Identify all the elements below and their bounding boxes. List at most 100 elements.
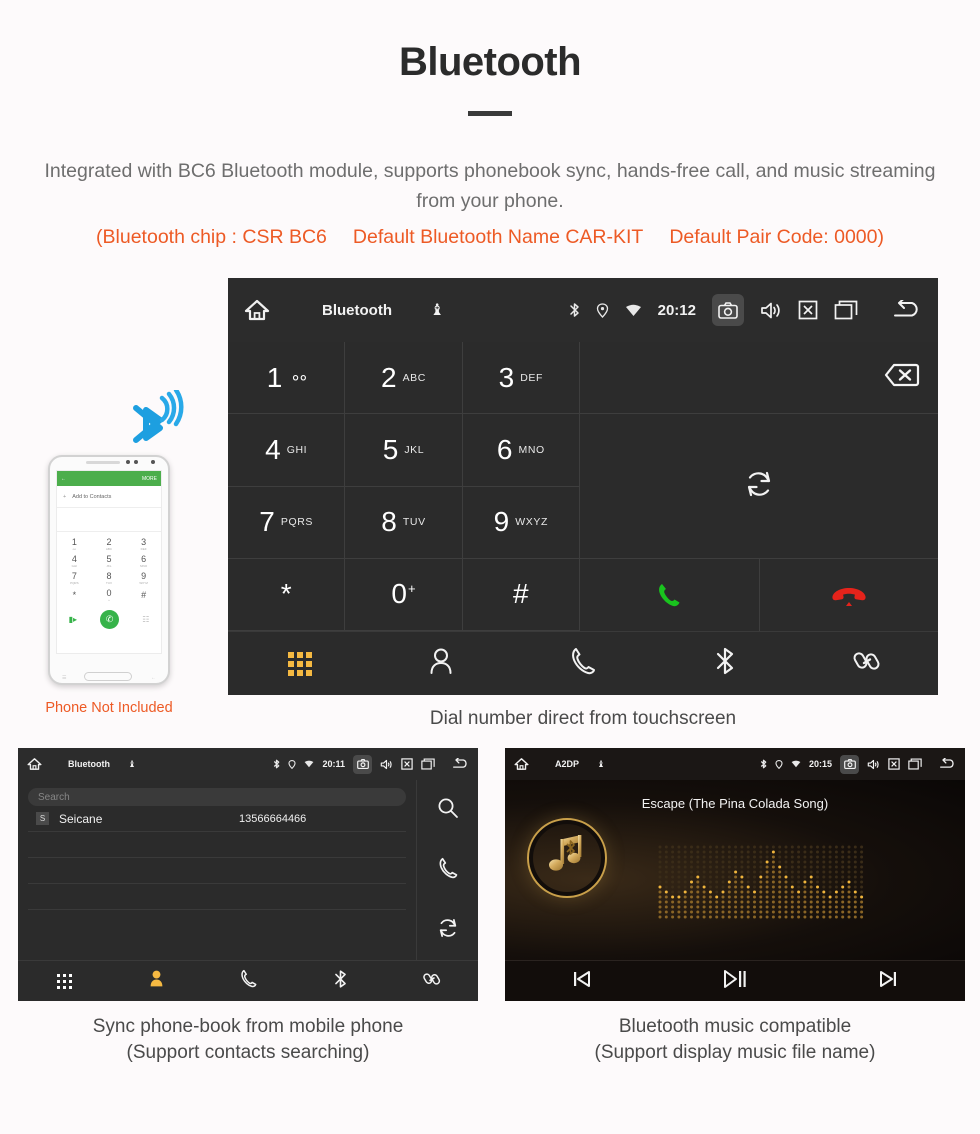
contact-name: Seicane [59,811,103,826]
phone-mock-key-digit: 9 [141,571,147,581]
back-icon[interactable] [892,300,922,320]
camera-icon[interactable] [353,754,372,774]
camera-icon[interactable] [712,294,744,326]
phone-action-row: ▮▸ ✆ ☷ [57,604,161,634]
dial-key-2[interactable]: 2 ABC [345,342,463,415]
back-icon[interactable] [452,758,469,770]
dial-key-0[interactable]: 0+ [345,558,463,631]
dialer-navbar [228,631,938,695]
play-pause-button[interactable] [658,968,811,995]
nav-calllog-button[interactable] [512,647,654,680]
dial-key-hash[interactable]: # [462,558,580,631]
close-icon[interactable] [401,758,413,770]
phone-mock-key-digit: 5 [106,554,112,564]
close-icon[interactable] [798,300,818,320]
dialer-right-panel [580,342,938,631]
key-digit: # [513,578,529,610]
phone-mock-key-digit: 7 [71,571,77,581]
dialer-keypad: 1 ∘∘ 2 ABC 3 DEF 4 GHI 5 JKL 6 MNO 7 PQRS 8 TUV 9 WXYZ * 0+… [228,342,580,631]
bluetooth-icon [569,302,580,318]
dial-key-8[interactable]: 8 TUV [345,486,463,559]
volume-icon[interactable] [867,759,880,770]
search-button[interactable] [417,780,478,840]
next-button[interactable] [812,969,965,994]
phone-plus-icon: + [63,493,67,500]
phone-back-icon: ← [61,475,66,482]
phone-mock-key: 3 DEF [126,536,161,553]
close-icon[interactable] [888,758,900,770]
table-row[interactable]: S Seicane 13566664466 [28,806,406,832]
sync-icon [744,469,774,504]
dial-key-6[interactable]: 6 MNO [462,414,580,487]
audio-visualizer [658,845,864,919]
dial-key-star[interactable]: * [228,558,346,631]
dial-key-3[interactable]: 3 DEF [462,342,580,415]
phonebook-caption-line1: Sync phone-book from mobile phone [92,1016,404,1037]
dial-key-1[interactable]: 1 ∘∘ [228,342,346,415]
phone-keypad: 1 oo 2 ABC 3 DEF 4 GHI 5 JKL 6 MNO 7 PQRS 8 TUV 9 WXYZ * 0 +… [57,532,161,604]
nav-contacts-button[interactable] [370,647,512,680]
search-input[interactable]: Search [28,788,406,806]
key-digit: 7 [259,506,275,538]
dial-key-9[interactable]: 9 WXYZ [462,486,580,559]
dialed-number-display[interactable] [580,342,938,414]
phone-number-area [57,508,161,532]
dial-key-5[interactable]: 5 JKL [345,414,463,487]
bluetooth-icon [760,759,767,769]
phonebook-caption-line2: (Support contacts searching) [126,1042,370,1063]
volume-icon[interactable] [760,301,782,320]
recents-icon[interactable] [421,758,435,770]
phone-mock-key: * [57,587,92,604]
phone-mock-key: 0 + [92,587,127,604]
contact-icon [148,969,165,993]
phone-mock-key-letters: TUV [105,581,112,585]
sync-contacts-button[interactable] [580,414,938,559]
sync-button[interactable] [417,900,478,960]
call-actions-row [580,559,938,631]
key-letters: TUV [402,516,426,529]
nav-keypad-button[interactable] [18,973,110,989]
home-icon[interactable] [27,757,42,771]
home-icon[interactable] [514,757,529,771]
screen-title: Bluetooth [322,301,392,319]
phone-mock-key-letters: ABC [105,547,113,551]
phone-camera [151,460,155,464]
key-digit: * [280,578,292,610]
nav-link-button[interactable] [386,969,478,994]
phone-mock-key-letters: + [108,598,110,602]
music-caption-line1: Bluetooth music compatible [618,1016,852,1037]
nav-link-button[interactable] [796,646,938,681]
phone-mock-key-digit: 3 [141,537,147,547]
nav-bluetooth-button[interactable] [294,969,386,994]
call-button[interactable] [580,559,760,631]
back-icon[interactable] [939,758,956,770]
statusbar-clock: 20:12 [657,301,696,319]
list-item [28,858,406,884]
home-icon[interactable] [244,298,270,322]
hangup-button[interactable] [760,559,939,631]
nav-keypad-button[interactable] [228,652,370,676]
nav-calllog-button[interactable] [202,969,294,993]
screen-title: Bluetooth [68,759,110,769]
dial-key-7[interactable]: 7 PQRS [228,486,346,559]
phone-mock-key-digit: 0 [106,588,112,598]
previous-button[interactable] [505,969,658,994]
phone-icon [438,857,458,884]
recents-icon[interactable] [834,300,858,320]
phonebook-screen: Bluetooth ♝ 20:11 Search S Seicane 13566… [18,748,478,1001]
phone-mock-key: 2 ABC [92,536,127,553]
phone-mock-key: 5 JKL [92,553,127,570]
nav-bluetooth-button[interactable] [654,646,796,681]
volume-icon[interactable] [380,759,393,770]
phonebook-body: Search S Seicane 13566664466 [18,780,478,960]
wifi-icon [304,760,314,768]
key-digit: 1 [266,361,283,393]
backspace-icon[interactable] [872,361,920,394]
camera-icon[interactable] [840,754,859,774]
call-button[interactable] [417,840,478,900]
phone-mock-key: 9 WXYZ [126,570,161,587]
nav-contacts-button[interactable] [110,969,202,993]
recents-icon[interactable] [908,758,922,770]
dial-key-4[interactable]: 4 GHI [228,414,346,487]
screen-title: A2DP [555,759,580,769]
